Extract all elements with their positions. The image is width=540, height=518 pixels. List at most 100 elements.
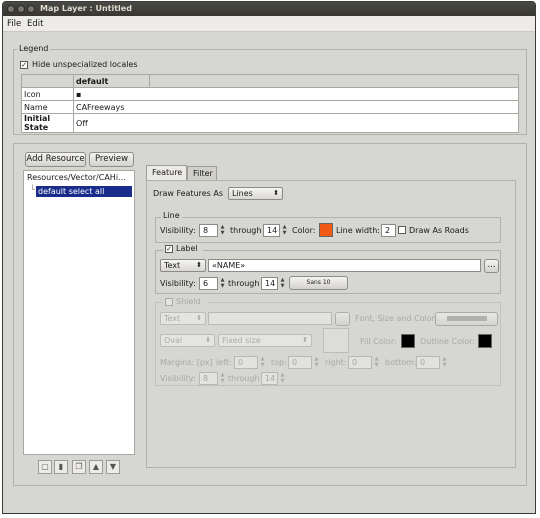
shield-margin-bottom[interactable]: 0 [416,356,440,369]
shield-outline-color-label: Outline Color: [420,337,475,346]
legend-table: default Icon ▪ Name CAFreeways Initial S… [21,74,519,133]
row-value-name[interactable]: CAFreeways [73,100,519,114]
label-text-input[interactable]: «NAME» [208,259,481,272]
line-visibility-to[interactable]: 14 [263,224,280,237]
line-group-label: Line [161,211,182,220]
shield-margin-top[interactable]: 0 [288,356,312,369]
draw-as-label: Draw Features As [153,189,224,198]
shield-visibility-to[interactable]: 14 [261,372,278,385]
shield-type-dropdown[interactable]: Text ⬍ [160,312,206,325]
tree-child-item[interactable]: default select all [36,186,132,197]
shield-font-button[interactable] [435,312,498,326]
shield-margin-right[interactable]: 0 [348,356,372,369]
line-visibility-label: Visibility: [160,226,196,235]
line-width-field[interactable]: 2 [381,224,396,237]
line-vis-from-stepper[interactable]: ▲ ▼ [219,224,226,237]
legend-group-label: Legend [17,44,51,53]
label-visibility-to[interactable]: 14 [261,277,278,290]
chevron-down-icon: ⬍ [196,314,202,322]
label-enable-checkbox[interactable]: ✓ [165,245,173,253]
menu-edit[interactable]: Edit [27,19,43,29]
draw-as-value: Lines [232,189,253,198]
add-resource-button[interactable]: Add Resource [25,152,86,167]
legend-corner-cell [21,74,74,88]
copy-icon[interactable]: ❐ [72,460,86,474]
preview-button[interactable]: Preview [89,152,134,167]
shield-margin-right-label: right: [325,358,347,367]
close-window-icon[interactable] [7,5,15,13]
label-visibility-from[interactable]: 6 [199,277,218,290]
hide-unspecialized-checkbox[interactable]: ✓ [20,61,28,69]
title-bar: Map Layer : Untitled [3,2,535,16]
minimize-window-icon[interactable] [17,5,25,13]
line-color-label: Color: [292,226,316,235]
draw-as-roads-checkbox[interactable] [398,226,406,234]
shield-size-value: Fixed size [222,336,261,345]
shield-ellipsis-button[interactable] [335,312,350,326]
tree-root-item[interactable]: Resources/Vector/CAHi... [27,173,126,182]
label-type-dropdown[interactable]: Text ⬍ [160,259,206,272]
chevron-down-icon: ⬍ [205,336,211,344]
move-up-icon[interactable]: ▲ [89,460,103,474]
shield-font-size-color-label: Font, Size and Color: [355,314,438,323]
resource-tree[interactable] [23,170,135,455]
maximize-window-icon[interactable] [27,5,35,13]
shield-fill-color-label: Fill Color: [360,337,397,346]
hide-unspecialized-label: Hide unspecialized locales [32,60,138,69]
shield-visibility-from[interactable]: 8 [199,372,218,385]
label-ellipsis-button[interactable]: ... [484,259,499,273]
table-row[interactable]: Name CAFreeways [21,100,519,114]
chevron-down-icon: ⬍ [302,336,308,344]
label-group-label: Label [176,244,198,253]
row-value-initial-state[interactable]: Off [73,113,519,133]
line-vis-to-stepper[interactable]: ▲ ▼ [281,224,288,237]
tab-filter[interactable]: Filter [187,166,217,181]
shield-margin-bottom-stepper[interactable]: ▲ ▼ [441,356,448,369]
legend-empty-header [149,74,519,88]
move-down-icon[interactable]: ▼ [106,460,120,474]
shield-margin-left-stepper[interactable]: ▲ ▼ [259,356,266,369]
draw-as-roads-label: Draw As Roads [409,226,469,235]
shield-fill-color-swatch[interactable] [401,334,415,348]
shield-visibility-label: Visibility: [160,374,196,383]
shield-margins-label: Margins: [px] [160,358,213,367]
shield-shape-value: Oval [164,336,183,345]
shield-group-label: Shield [176,297,201,306]
shield-text-input[interactable] [208,312,332,325]
shield-outline-color-swatch[interactable] [478,334,492,348]
shield-preview-box [323,328,349,353]
delete-icon[interactable]: ▮ [54,460,68,474]
label-type-value: Text [164,261,181,270]
shield-margin-top-stepper[interactable]: ▲ ▼ [313,356,320,369]
shield-margin-left[interactable]: 0 [234,356,258,369]
shield-vis-to-stepper[interactable]: ▲ ▼ [279,372,286,385]
shield-margin-top-label: top: [271,358,287,367]
shield-through-label: through [228,374,260,383]
legend-column-header: default [73,74,150,88]
shield-font-preview [446,316,487,321]
draw-as-dropdown[interactable]: Lines ⬍ [228,187,283,200]
line-color-swatch[interactable] [319,223,333,237]
row-value-icon[interactable]: ▪ [73,87,519,101]
chevron-down-icon: ⬍ [196,261,202,269]
line-visibility-from[interactable]: 8 [199,224,218,237]
label-through-label: through [228,279,260,288]
label-font-button[interactable]: Sans 10 [289,276,348,290]
shield-type-value: Text [164,314,181,323]
new-file-icon[interactable]: ▢ [38,460,52,474]
tree-branch-line: └ [30,185,35,194]
menu-file[interactable]: File [7,19,21,29]
label-vis-from-stepper[interactable]: ▲ ▼ [219,277,226,290]
shield-size-dropdown[interactable]: Fixed size ⬍ [218,334,312,347]
table-row[interactable]: Initial State Off [21,113,519,133]
row-label-icon: Icon [21,87,74,101]
line-width-label: Line width: [336,226,380,235]
shield-margin-right-stepper[interactable]: ▲ ▼ [373,356,380,369]
row-label-initial-state: Initial State [21,113,74,133]
tab-feature[interactable]: Feature [146,165,187,180]
shield-shape-dropdown[interactable]: Oval ⬍ [160,334,215,347]
shield-vis-from-stepper[interactable]: ▲ ▼ [219,372,226,385]
shield-enable-checkbox[interactable] [165,298,173,306]
label-vis-to-stepper[interactable]: ▲ ▼ [279,277,286,290]
table-row[interactable]: Icon ▪ [21,87,519,101]
